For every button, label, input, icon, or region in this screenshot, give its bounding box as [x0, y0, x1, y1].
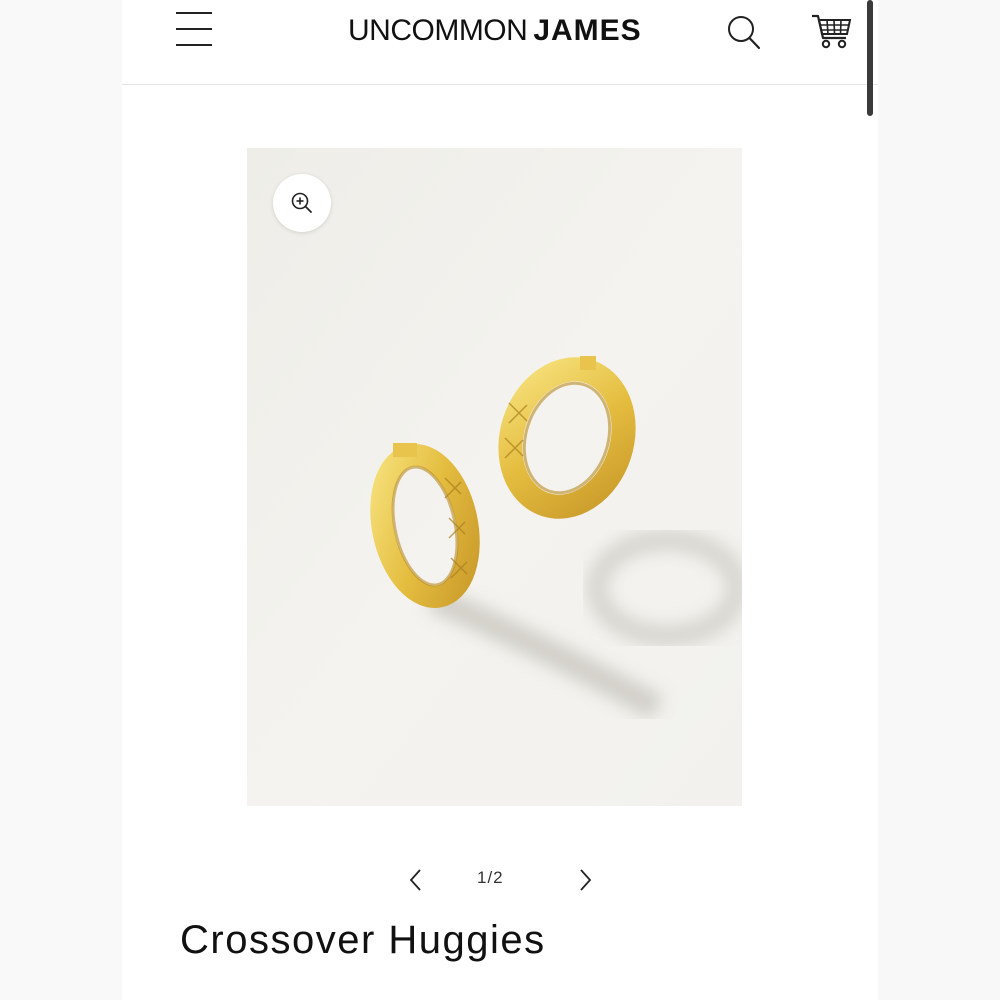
image-counter: 1/2: [477, 868, 504, 887]
zoom-button[interactable]: [273, 174, 331, 232]
chevron-right-icon: [580, 869, 592, 891]
logo-text-light: UNCOMMON: [348, 14, 528, 47]
product-title: Crossover Huggies: [180, 918, 546, 962]
prev-image-button[interactable]: [403, 864, 429, 894]
search-icon: [728, 16, 761, 50]
menu-button[interactable]: [176, 10, 212, 48]
image-pager: 1/2: [122, 862, 878, 894]
scrollbar[interactable]: [867, 0, 873, 116]
hamburger-icon-line: [176, 28, 212, 30]
site-header: UNCOMMON JAMES: [122, 0, 878, 85]
mobile-page: UNCOMMON JAMES 1/2 Crossover Huggies: [122, 0, 878, 1000]
hamburger-icon: [176, 12, 212, 14]
cart-icon: [812, 14, 852, 49]
zoom-in-icon: [291, 192, 312, 213]
next-image-button[interactable]: [572, 864, 598, 894]
brand-logo[interactable]: UNCOMMON JAMES: [348, 14, 642, 48]
product-image[interactable]: [247, 148, 742, 806]
background-blur-right: [878, 0, 1000, 1000]
search-button[interactable]: [726, 12, 762, 52]
chevron-left-icon: [409, 869, 421, 891]
background-blur-left: [0, 0, 122, 1000]
earrings-photo: [247, 148, 742, 806]
cart-button[interactable]: [810, 12, 854, 52]
hamburger-icon-line: [176, 44, 212, 46]
logo-text-bold: JAMES: [533, 14, 642, 47]
